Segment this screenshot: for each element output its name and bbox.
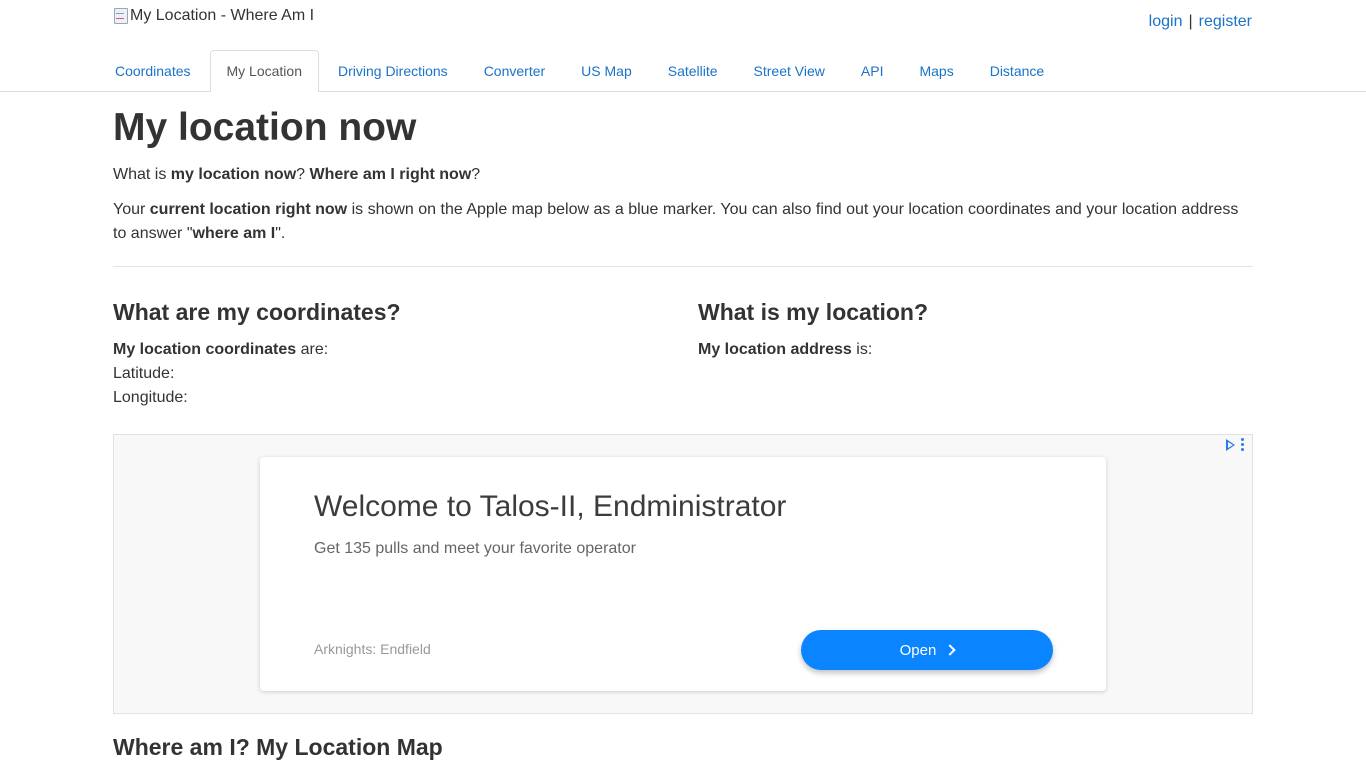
coordinates-heading: What are my coordinates? [113, 299, 401, 325]
tab-street-view[interactable]: Street View [737, 50, 842, 91]
ad-body-text: Get 135 pulls and meet your favorite ope… [314, 540, 636, 557]
ad-open-button[interactable]: Open [801, 630, 1053, 670]
ad-choices[interactable] [1226, 438, 1244, 451]
ad-advertiser: Arknights: Endfield [314, 641, 431, 657]
broken-image-icon [113, 7, 129, 25]
ad-headline[interactable]: Welcome to Talos-II, Endministrator [314, 490, 786, 524]
map-heading: Where am I? My Location Map [113, 734, 443, 760]
longitude-label: Longitude: [113, 389, 188, 406]
location-heading: What is my location? [698, 299, 929, 325]
ad-banner[interactable]: Welcome to Talos-II, Endministrator Get … [113, 434, 1253, 714]
site-logo[interactable]: My Location - Where Am I [113, 7, 314, 25]
chevron-right-icon [944, 644, 957, 656]
coordinates-section: What are my coordinates? My location coo… [113, 298, 673, 410]
more-options-icon[interactable] [1241, 438, 1244, 451]
latitude-label: Latitude: [113, 365, 175, 382]
login-link[interactable]: login [1149, 13, 1183, 30]
tab-maps[interactable]: Maps [902, 50, 970, 91]
tab-converter[interactable]: Converter [467, 50, 562, 91]
tab-distance[interactable]: Distance [973, 50, 1061, 91]
register-link[interactable]: register [1199, 13, 1252, 30]
address-label: My location address is: [698, 341, 873, 358]
tab-my-location[interactable]: My Location [209, 50, 319, 92]
auth-links: login | register [1149, 13, 1252, 31]
intro-description: Your current location right now is shown… [113, 201, 1239, 242]
intro-question: What is my location now? Where am I righ… [113, 166, 481, 183]
page-title: My location now [113, 106, 417, 149]
latitude-row: Latitude: [113, 362, 673, 386]
tab-satellite[interactable]: Satellite [651, 50, 735, 91]
ad-open-label: Open [899, 641, 937, 659]
auth-separator: | [1188, 13, 1193, 30]
logo-alt-text: My Location - Where Am I [130, 7, 315, 24]
ad-card[interactable]: Welcome to Talos-II, Endministrator Get … [260, 457, 1106, 691]
tab-us-map[interactable]: US Map [564, 50, 649, 91]
tab-api[interactable]: API [844, 50, 901, 91]
main-nav-tabs: Coordinates My Location Driving Directio… [0, 50, 1366, 92]
section-divider [113, 266, 1253, 267]
adchoices-icon[interactable] [1226, 438, 1235, 451]
tab-coordinates[interactable]: Coordinates [98, 50, 208, 91]
coordinates-label: My location coordinates are: [113, 341, 329, 358]
location-section: What is my location? My location address… [698, 298, 1258, 362]
longitude-row: Longitude: [113, 386, 673, 410]
tab-driving-directions[interactable]: Driving Directions [321, 50, 465, 91]
